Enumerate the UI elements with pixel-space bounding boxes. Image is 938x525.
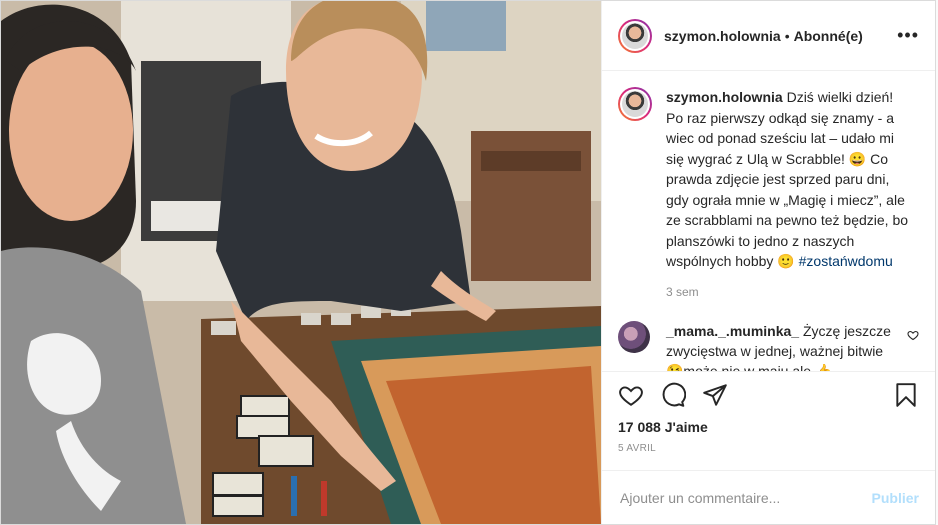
post-photo[interactable] <box>1 1 601 524</box>
caption-avatar[interactable] <box>618 87 652 121</box>
share-icon[interactable] <box>702 382 728 408</box>
likes-count[interactable]: 17 088 J'aime <box>602 419 935 435</box>
bookmark-icon[interactable] <box>893 382 919 408</box>
post-age[interactable]: 3 sem <box>666 285 919 299</box>
header-separator: • <box>784 27 790 44</box>
caption-hashtag[interactable]: #zostańwdomu <box>799 253 893 269</box>
post-sidebar: szymon.holownia • Abonné(e) ••• szymon.h… <box>601 1 935 524</box>
follow-status-button[interactable]: Abonné(e) <box>794 28 863 44</box>
caption-text-block: szymon.holownia Dziś wielki dzień! Po ra… <box>666 87 910 272</box>
comment-username[interactable]: _mama._.muminka_ <box>666 323 799 339</box>
heart-icon[interactable] <box>618 382 644 408</box>
comment-like-icon[interactable] <box>907 329 919 341</box>
comment-item: _mama._.muminka_ Życzę jeszcze zwycięstw… <box>618 320 919 372</box>
caption-username[interactable]: szymon.holownia <box>666 89 783 105</box>
action-bar <box>602 371 935 417</box>
photo-image <box>1 1 601 524</box>
header-username[interactable]: szymon.holownia <box>664 28 781 44</box>
instagram-post: szymon.holownia • Abonné(e) ••• szymon.h… <box>0 0 936 525</box>
comment-text-block: _mama._.muminka_ Życzę jeszcze zwycięstw… <box>666 321 894 372</box>
post-header: szymon.holownia • Abonné(e) ••• <box>602 1 935 71</box>
comment-icon[interactable] <box>660 382 686 408</box>
more-icon[interactable]: ••• <box>897 25 919 46</box>
commenter-avatar[interactable] <box>618 320 650 353</box>
post-date[interactable]: 5 AVRIL <box>602 443 935 454</box>
caption: szymon.holownia Dziś wielki dzień! Po ra… <box>618 87 919 272</box>
caption-text: Dziś wielki dzień! Po raz pierwszy odkąd… <box>666 89 909 269</box>
comment-input[interactable] <box>618 488 872 507</box>
comments-section[interactable]: szymon.holownia Dziś wielki dzień! Po ra… <box>602 71 935 371</box>
avatar[interactable] <box>618 18 652 53</box>
publish-button[interactable]: Publier <box>872 490 919 506</box>
add-comment-bar: Publier <box>602 470 935 524</box>
